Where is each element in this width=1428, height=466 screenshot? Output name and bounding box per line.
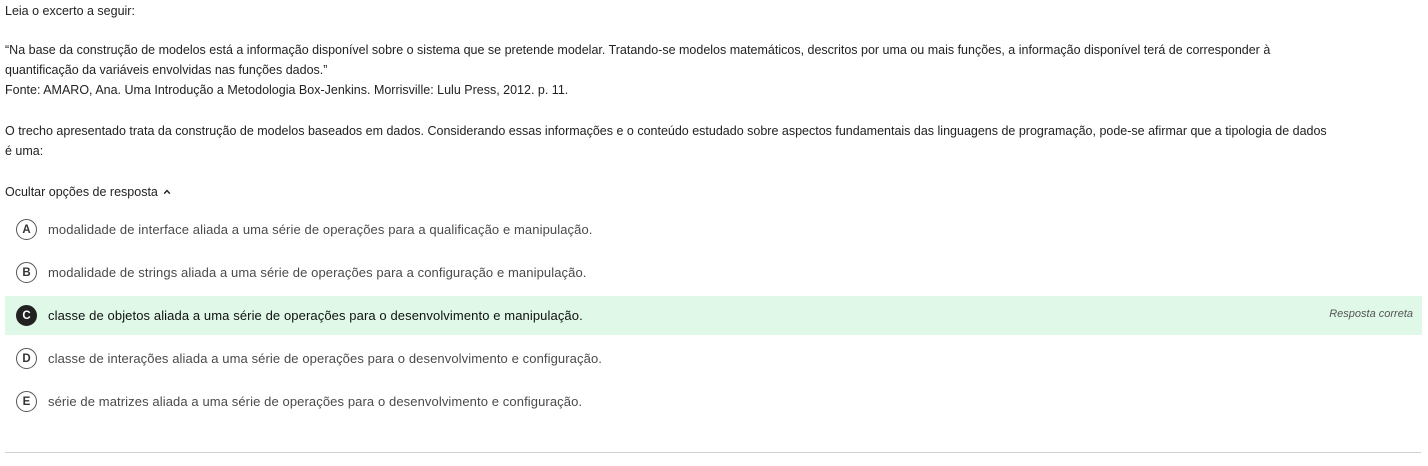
option-text: modalidade de interface aliada a uma sér… — [48, 222, 593, 237]
option-text: classe de objetos aliada a uma série de … — [48, 308, 583, 323]
quote-line-2: quantificação da variáveis envolvidas na… — [5, 63, 328, 77]
quote-text: “Na base da construção de modelos está a… — [5, 40, 1421, 80]
intro-text: Leia o excerto a seguir: — [5, 4, 135, 18]
option-letter-badge: A — [16, 219, 37, 240]
option-c[interactable]: C classe de objetos aliada a uma série d… — [5, 296, 1422, 335]
question-line-1: O trecho apresentado trata da construção… — [5, 124, 1327, 138]
option-e[interactable]: E série de matrizes aliada a uma série d… — [5, 382, 1422, 421]
option-letter-badge: D — [16, 348, 37, 369]
option-letter-badge: C — [16, 305, 37, 326]
toggle-label: Ocultar opções de resposta — [5, 185, 158, 199]
option-letter-badge: B — [16, 262, 37, 283]
option-text: modalidade de strings aliada a uma série… — [48, 265, 587, 280]
option-letter-badge: E — [16, 391, 37, 412]
quote-line-1: “Na base da construção de modelos está a… — [5, 43, 1271, 57]
option-text: classe de interações aliada a uma série … — [48, 351, 602, 366]
option-b[interactable]: B modalidade de strings aliada a uma sér… — [5, 253, 1422, 292]
question-line-2: é uma: — [5, 144, 44, 158]
option-a[interactable]: A modalidade de interface aliada a uma s… — [5, 210, 1422, 249]
divider — [5, 452, 1421, 453]
toggle-answer-options-button[interactable]: Ocultar opções de resposta — [5, 182, 171, 202]
question-panel: Leia o excerto a seguir: “Na base da con… — [5, 0, 1421, 202]
chevron-up-icon — [163, 189, 171, 195]
source-citation: Fonte: AMARO, Ana. Uma Introdução a Meto… — [5, 83, 569, 97]
option-d[interactable]: D classe de interações aliada a uma séri… — [5, 339, 1422, 378]
answer-options-list: A modalidade de interface aliada a uma s… — [5, 210, 1422, 425]
correct-answer-label: Resposta correta — [1329, 308, 1413, 320]
question-text: O trecho apresentado trata da construção… — [5, 121, 1421, 161]
option-text: série de matrizes aliada a uma série de … — [48, 394, 583, 409]
